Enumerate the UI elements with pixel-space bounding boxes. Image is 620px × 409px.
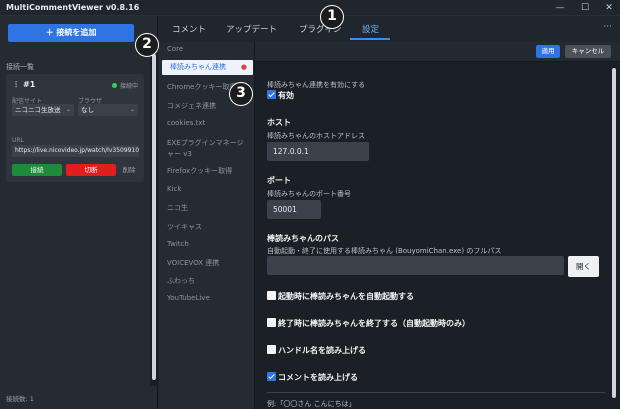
window-title: MultiCommentViewer v0.8.16 [6, 3, 140, 12]
right-scrollbar[interactable] [610, 66, 618, 406]
port-title: ポート [267, 176, 291, 185]
more-icon[interactable]: ··· [603, 22, 612, 32]
title-bar: MultiCommentViewer v0.8.16 — ☐ ✕ [0, 0, 620, 16]
checkbox-unchecked-icon[interactable] [267, 318, 276, 327]
status-text: 接続中 [119, 83, 138, 90]
site-select-value: ニコニコ生放送 [15, 106, 61, 114]
callout-badge-3: 3 [229, 82, 253, 106]
plugin-item-label: 棒読みちゃん連携 [170, 63, 226, 71]
status-dot-icon [111, 83, 117, 88]
tab-comment[interactable]: コメント [172, 23, 206, 35]
plugin-item-voicevox[interactable]: VOICEVOX 連携 [159, 258, 255, 268]
enable-section-label: 棒読みちゃん連携を有効にする [267, 81, 366, 89]
enable-checkbox[interactable]: 有効 [267, 90, 294, 101]
url-label: URL [12, 137, 24, 144]
enable-checkbox-label: 有効 [278, 91, 294, 100]
plugin-item-bouyomi[interactable]: 棒読みちゃん連携 ● [162, 60, 253, 75]
checkbox-unchecked-icon[interactable] [267, 291, 276, 300]
disconnect-button[interactable]: 切断 [66, 164, 116, 176]
delete-button[interactable]: 削除 [118, 164, 140, 176]
callout-badge-2: 2 [135, 33, 159, 57]
connection-count: 接続数: 1 [6, 395, 34, 403]
connection-status: 接続中 [111, 81, 138, 90]
tab-settings[interactable]: 設定 [362, 23, 379, 35]
section-divider [267, 392, 605, 393]
plugin-item-kick[interactable]: Kick [159, 185, 255, 193]
connection-card: ⋮ #1 接続中 配信サイト ブラウザ ニコニコ生放送 ⌄ なし ⌄ URL http… [6, 74, 144, 182]
plugin-item-core[interactable]: Core [159, 45, 255, 53]
path-label: 自動起動・終了に使用する棒読みちゃん (BouyomiChan.exe) のフル… [267, 247, 502, 255]
readcomment-label: コメントを読み上げる [278, 373, 358, 382]
connections-pane: ＋ 接続を追加 接続一覧 ⋮ #1 接続中 配信サイト ブラウザ ニコニコ生放送 ⌄… [0, 16, 158, 409]
plugin-item-nicolive[interactable]: ニコ生 [159, 203, 255, 213]
browser-select-value: なし [81, 106, 94, 114]
host-label: 棒読みちゃんのホストアドレス [267, 132, 365, 140]
handle-icon: ⋮ [12, 80, 20, 89]
plugin-item-firefox-cookie[interactable]: Firefoxクッキー取得 [159, 166, 255, 176]
modified-dot-icon: ● [240, 63, 247, 71]
port-label: 棒読みちゃんのポート番号 [267, 190, 351, 198]
host-title: ホスト [267, 118, 291, 127]
plugin-item-whowatch[interactable]: ふわっち [159, 276, 255, 286]
plugin-item-cookies-txt[interactable]: cookies.txt [159, 119, 255, 127]
plugin-item-exe-manager[interactable]: EXEプラグインマネージャー v3 [159, 138, 255, 160]
tab-update[interactable]: アップデート [226, 23, 277, 35]
connection-number: ⋮ #1 [12, 80, 35, 89]
browser-select[interactable]: なし ⌄ [78, 104, 138, 116]
connect-button[interactable]: 接続 [12, 164, 62, 176]
action-bar: 適用 キャンセル [255, 42, 620, 62]
checkbox-checked-icon[interactable] [267, 90, 276, 99]
plugin-item-youtubelive[interactable]: YouTubeLive [159, 294, 255, 302]
connection-number-text: #1 [23, 80, 36, 89]
autoexit-label: 終了時に棒読みちゃんを終了する（自動起動時のみ） [278, 319, 470, 328]
maximize-button[interactable]: ☐ [574, 1, 596, 15]
active-tab-indicator [350, 38, 390, 40]
path-title: 棒読みちゃんのパス [267, 234, 339, 243]
plugin-item-twitch[interactable]: Twitch [159, 240, 255, 248]
example-label: 例:「〇〇さん こんにちは」 [267, 400, 356, 408]
connections-list-header: 接続一覧 [6, 63, 34, 71]
settings-content: 適用 キャンセル 棒読みちゃん連携を有効にする 有効 ホスト 棒読みちゃんのホス… [255, 42, 620, 409]
readcomment-checkbox[interactable]: コメントを読み上げる [267, 372, 358, 383]
chevron-down-icon: ⌄ [129, 106, 135, 113]
plugin-item-twitcasting[interactable]: ツイキャス [159, 222, 255, 232]
autostart-label: 起動時に棒読みちゃんを自動起動する [278, 292, 414, 301]
autostart-checkbox[interactable]: 起動時に棒読みちゃんを自動起動する [267, 291, 414, 302]
open-path-button[interactable]: 開く [568, 256, 599, 277]
cancel-button[interactable]: キャンセル [565, 45, 611, 58]
path-input[interactable] [267, 256, 564, 275]
apply-button[interactable]: 適用 [536, 45, 560, 58]
left-scrollbar[interactable] [150, 52, 158, 386]
autoexit-checkbox[interactable]: 終了時に棒読みちゃんを終了する（自動起動時のみ） [267, 318, 470, 329]
port-input[interactable]: 50001 [267, 200, 321, 219]
readname-label: ハンドル名を読み上げる [278, 346, 366, 355]
scrollbar-thumb[interactable] [152, 54, 156, 380]
close-button[interactable]: ✕ [598, 1, 620, 15]
readname-checkbox[interactable]: ハンドル名を読み上げる [267, 345, 366, 356]
checkbox-unchecked-icon[interactable] [267, 345, 276, 354]
scrollbar-thumb[interactable] [612, 68, 616, 398]
chevron-down-icon: ⌄ [65, 106, 71, 113]
add-connection-button[interactable]: ＋ 接続を追加 [8, 24, 134, 42]
host-input[interactable]: 127.0.0.1 [267, 142, 369, 161]
checkbox-checked-icon[interactable] [267, 372, 276, 381]
callout-badge-1: 1 [320, 5, 344, 29]
url-input[interactable]: https://live.nicovideo.jp/watch/lv350991… [12, 145, 139, 157]
site-select[interactable]: ニコニコ生放送 ⌄ [12, 104, 74, 116]
minimize-button[interactable]: — [549, 1, 571, 15]
